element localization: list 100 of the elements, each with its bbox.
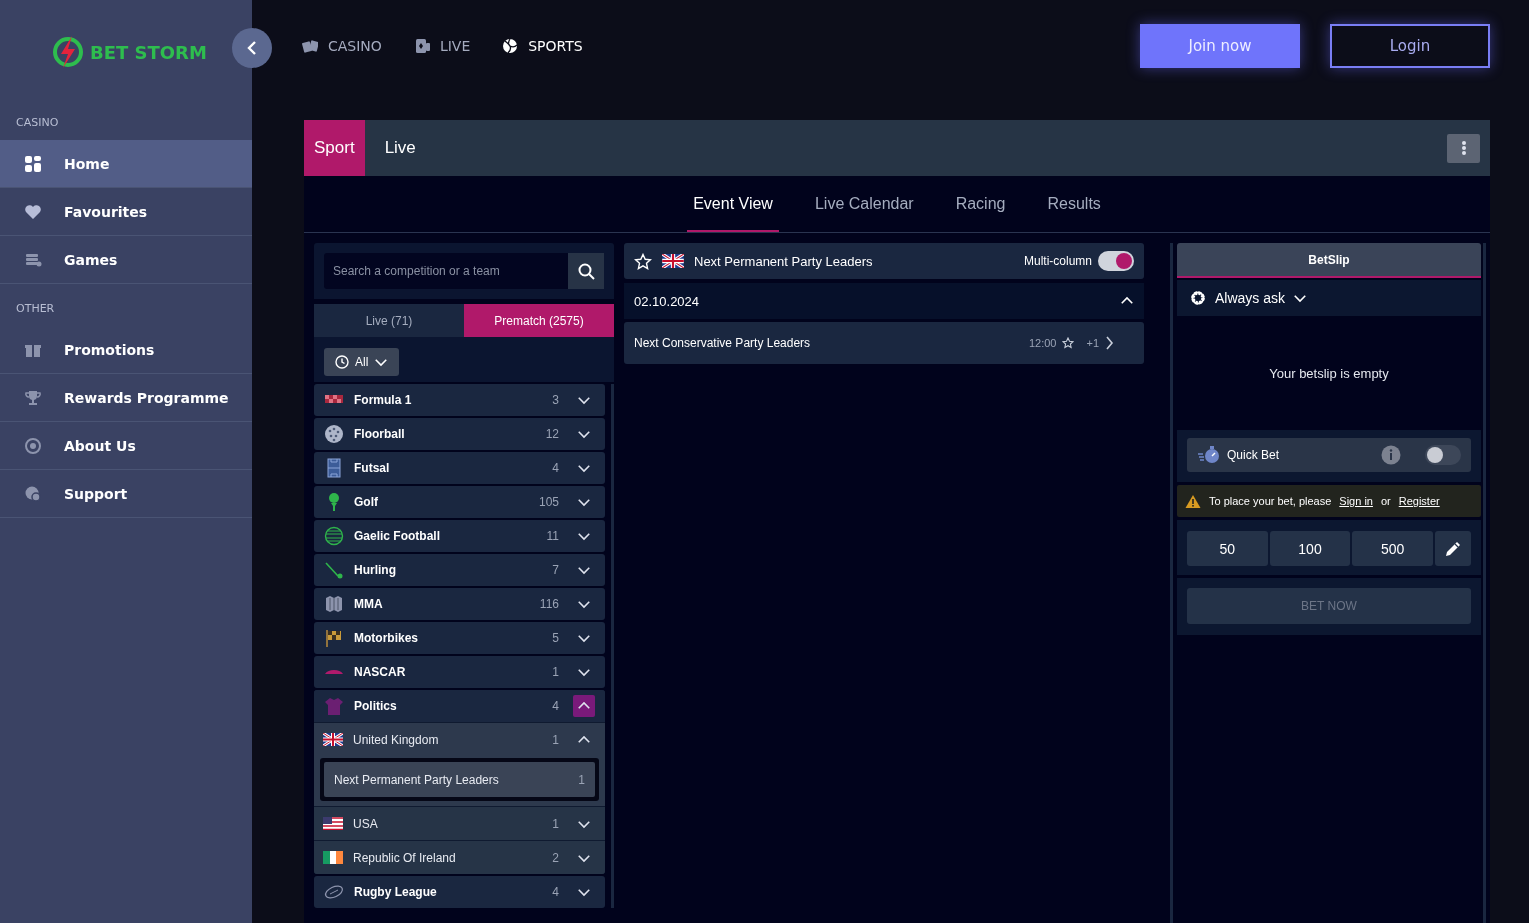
sport-row[interactable]: NASCAR 1 [314, 656, 605, 688]
time-filter-dropdown[interactable]: All [324, 348, 400, 376]
sport-name: Rugby League [354, 885, 438, 899]
multi-column-toggle[interactable] [1098, 251, 1134, 271]
quick-bet-toggle[interactable] [1425, 445, 1461, 465]
more-markets-count: +1 [1086, 337, 1099, 349]
pitch-icon [324, 458, 344, 478]
odds-setting-dropdown[interactable]: Always ask [1189, 289, 1308, 307]
chevron-down-icon [577, 496, 591, 508]
sign-in-link[interactable]: Sign in [1339, 495, 1373, 507]
logo-text[interactable]: BET STORM [90, 41, 207, 63]
country-row[interactable]: USA 1 [314, 806, 605, 840]
event-count: 5 [552, 631, 559, 645]
competition-name: Next Permanent Party Leaders [334, 772, 500, 787]
sport-row[interactable]: Rugby League 4 [314, 876, 605, 908]
view-tab[interactable]: Results [1041, 176, 1107, 232]
caret-icon [374, 356, 389, 368]
register-link[interactable]: Register [1398, 495, 1440, 507]
match-row[interactable]: Next Conservative Party Leaders 12:00 +1 [624, 322, 1144, 364]
chevron-up-icon [577, 700, 591, 712]
event-count: 12 [545, 427, 559, 441]
sport-name: Politics [354, 699, 398, 713]
collapse-toggle[interactable] [573, 695, 595, 717]
nav-link[interactable]: LIVE [413, 38, 471, 54]
mode-tab[interactable]: Live (71) [314, 304, 464, 337]
sport-row[interactable]: Motorbikes 5 [314, 622, 605, 654]
sport-name: Formula 1 [354, 393, 413, 407]
sport-row[interactable]: Formula 1 3 [314, 384, 605, 416]
event-count: 105 [538, 495, 559, 509]
warning-icon [1185, 493, 1201, 509]
match-name: Next Conservative Party Leaders [634, 336, 812, 350]
search-button[interactable] [568, 253, 604, 289]
sport-row[interactable]: Floorball 12 [314, 418, 605, 450]
mode-tab[interactable]: Prematch (2575) [464, 304, 614, 337]
chevron-down-icon [577, 530, 591, 542]
country-name: Republic Of Ireland [353, 850, 457, 865]
betslip-header: BetSlip [1177, 243, 1481, 278]
sport-row[interactable]: MMA 116 [314, 588, 605, 620]
sport-name: MMA [354, 597, 384, 611]
heart-icon [24, 202, 42, 221]
match-time: 12:00 [1028, 337, 1057, 349]
cards-icon [302, 38, 318, 54]
sport-tab[interactable]: Live [364, 120, 426, 176]
playing-card-icon [413, 38, 430, 54]
competition-item[interactable]: Next Permanent Party Leaders 1 [324, 762, 595, 797]
view-tab[interactable]: Event View [687, 176, 779, 232]
view-tab[interactable]: Racing [949, 176, 1012, 232]
event-count: 4 [552, 885, 559, 899]
edit-stakes-button[interactable] [1435, 531, 1471, 566]
sidebar-item[interactable]: Games [0, 236, 252, 284]
sidebar-item[interactable]: Favourites [0, 188, 252, 236]
login-button[interactable]: Login [1330, 24, 1490, 68]
sidebar-item[interactable]: Support [0, 470, 252, 518]
multi-column-label: Multi-column [1024, 254, 1092, 268]
clock-icon [335, 355, 349, 369]
chat-bubble-icon [24, 484, 42, 503]
more-menu-button[interactable] [1447, 133, 1480, 163]
sport-row[interactable]: Futsal 4 [314, 452, 605, 484]
chevron-down-icon [577, 886, 591, 898]
sport-tab[interactable]: Sport [304, 120, 365, 176]
info-icon[interactable] [1381, 445, 1401, 465]
chip-icon [24, 436, 42, 455]
country-row[interactable]: Republic Of Ireland 2 [314, 840, 605, 874]
sport-name: Motorbikes [354, 631, 419, 645]
chevron-down-icon [577, 598, 591, 610]
shirt-icon [324, 696, 344, 716]
stake-button[interactable]: 50 [1187, 531, 1268, 566]
section-heading: CASINO [15, 115, 60, 131]
event-count: 1 [552, 665, 559, 679]
sidebar-item[interactable]: Rewards Programme [0, 374, 252, 422]
stick-icon [324, 560, 344, 580]
search-icon [577, 262, 595, 280]
section-heading: OTHER [15, 301, 56, 317]
nav-link[interactable]: CASINO [302, 38, 382, 54]
uk-flag-icon [323, 733, 343, 746]
stake-button[interactable]: 500 [1352, 531, 1433, 566]
collapse-toggle[interactable] [1120, 295, 1134, 307]
cage-icon [324, 594, 344, 614]
uk-flag-icon [662, 254, 684, 268]
nav-link[interactable]: SPORTS [502, 38, 583, 54]
chevron-down-icon [577, 666, 591, 678]
event-count: 1 [552, 732, 559, 747]
collapse-button[interactable] [232, 28, 272, 68]
search-field[interactable]: Search a competition or a team [324, 253, 568, 289]
us-flag-icon [323, 817, 343, 830]
lightning-logo-icon [52, 35, 84, 69]
chevron-down-icon [577, 394, 591, 406]
stake-button[interactable]: 100 [1269, 531, 1351, 566]
view-tab[interactable]: Live Calendar [808, 176, 920, 232]
sport-row[interactable]: Gaelic Football 11 [314, 520, 605, 552]
sport-row[interactable]: Hurling 7 [314, 554, 605, 586]
star-icon[interactable] [1062, 337, 1075, 349]
sport-name: Golf [354, 495, 379, 509]
empty-message: Your betslip is empty [1269, 365, 1389, 381]
sidebar-item[interactable]: Home [0, 140, 252, 188]
sidebar-item[interactable]: Promotions [0, 326, 252, 374]
event-count: 11 [546, 529, 559, 543]
sport-row[interactable]: Golf 105 [314, 486, 605, 518]
sidebar-item[interactable]: About Us [0, 422, 252, 470]
sport-name: Gaelic Football [354, 529, 441, 543]
